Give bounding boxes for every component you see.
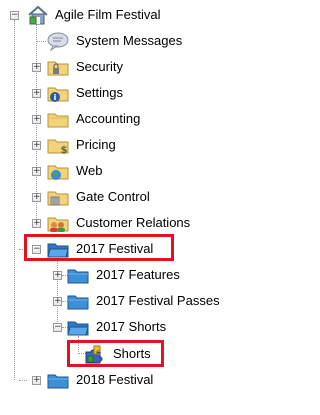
- folder-price-icon: $: [47, 135, 69, 156]
- tree-node-label: Settings: [76, 85, 123, 100]
- tree-node-2017-festival-passes[interactable]: + 2017 Festival Passes: [0, 291, 256, 311]
- expand-toggle[interactable]: +: [32, 167, 41, 176]
- folder-gate-icon: [47, 187, 69, 207]
- chat-bubble-icon: [47, 31, 69, 52]
- blue-folder-open-icon: [47, 239, 69, 259]
- tree-node-label: 2017 Festival Passes: [96, 293, 220, 308]
- tree-node-2017-features[interactable]: + 2017 Features: [0, 265, 256, 285]
- tree-node-label: 2017 Festival: [76, 241, 154, 256]
- tree-node-label: 2017 Features: [96, 267, 180, 282]
- tree-node-shorts[interactable]: Shorts: [0, 344, 256, 364]
- svg-text:$: $: [61, 145, 68, 155]
- tree-node-2017-festival[interactable]: − 2017 Festival: [0, 239, 256, 259]
- blue-folder-icon: [67, 265, 89, 285]
- tree-node-2018-festival[interactable]: + 2018 Festival: [0, 370, 256, 390]
- collapse-toggle[interactable]: −: [32, 245, 41, 254]
- tree-node-label: Agile Film Festival: [55, 7, 161, 22]
- expand-toggle[interactable]: +: [32, 219, 41, 228]
- tree-node-accounting[interactable]: + Accounting: [0, 109, 256, 129]
- home-icon: [27, 5, 49, 25]
- tree-node-label: Pricing: [76, 137, 116, 152]
- expand-toggle[interactable]: +: [32, 193, 41, 202]
- tree-node-2017-shorts[interactable]: − 2017 Shorts: [0, 317, 256, 337]
- expand-toggle[interactable]: +: [32, 89, 41, 98]
- collapse-toggle[interactable]: −: [53, 323, 62, 332]
- folder-info-icon: i: [47, 83, 69, 103]
- tree-node-label: 2018 Festival: [76, 372, 154, 387]
- tree-node-label: Web: [76, 163, 103, 178]
- tree-node-label: 2017 Shorts: [96, 319, 167, 334]
- folder-people-icon: [47, 213, 69, 233]
- svg-text:i: i: [54, 93, 57, 102]
- tree-node-label: Gate Control: [76, 189, 150, 204]
- folder-icon: [47, 109, 69, 129]
- blue-folder-open-icon: [67, 317, 89, 337]
- puzzle-icon: [84, 344, 106, 364]
- tree-node-security[interactable]: + Security: [0, 57, 256, 77]
- tree-node-label: Customer Relations: [76, 215, 191, 230]
- expand-toggle[interactable]: +: [53, 271, 62, 280]
- expand-toggle[interactable]: +: [53, 297, 62, 306]
- tree-node-system-messages[interactable]: System Messages: [0, 31, 256, 52]
- tree-node-label: System Messages: [76, 33, 183, 48]
- blue-folder-icon: [47, 370, 69, 390]
- folder-globe-icon: [47, 161, 69, 181]
- tree-node-gate-control[interactable]: + Gate Control: [0, 187, 256, 207]
- tree-node-web[interactable]: + Web: [0, 161, 256, 181]
- tree-node-label: Shorts: [113, 346, 151, 361]
- folder-lock-icon: [47, 57, 69, 77]
- expand-toggle[interactable]: +: [32, 115, 41, 124]
- tree-node-pricing[interactable]: + $ Pricing: [0, 135, 256, 156]
- blue-folder-icon: [67, 291, 89, 311]
- expand-toggle[interactable]: +: [32, 141, 41, 150]
- tree-node-agile-film-festival[interactable]: − Agile Film Festival: [0, 5, 256, 25]
- collapse-toggle[interactable]: −: [10, 11, 19, 20]
- expand-toggle[interactable]: +: [32, 376, 41, 385]
- tree-node-label: Accounting: [76, 111, 141, 126]
- tree-node-customer-relations[interactable]: + Customer Relations: [0, 213, 256, 233]
- tree-node-settings[interactable]: + i Settings: [0, 83, 256, 103]
- expand-toggle[interactable]: +: [32, 63, 41, 72]
- tree-node-label: Security: [76, 59, 123, 74]
